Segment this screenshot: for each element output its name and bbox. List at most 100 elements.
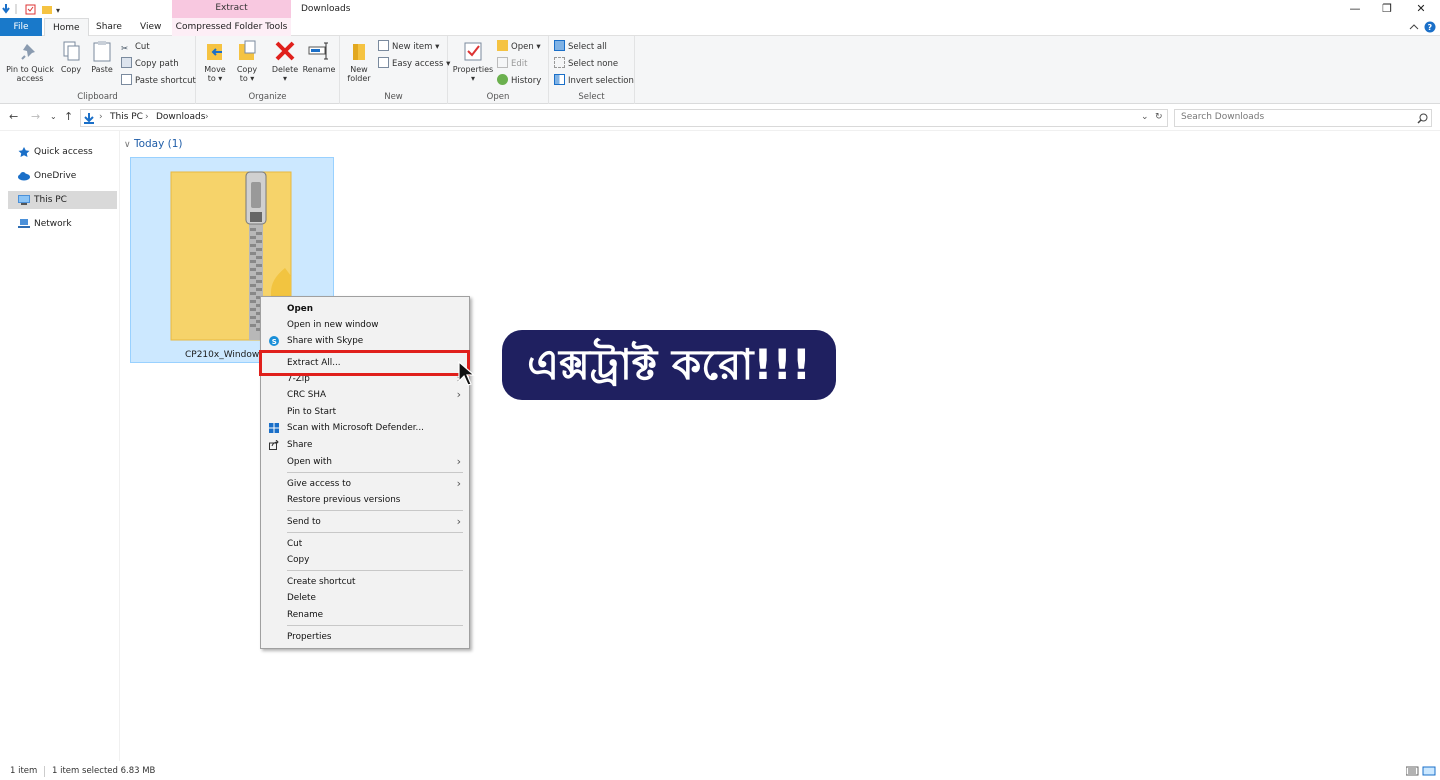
menu-item-open[interactable]: Open <box>263 301 467 317</box>
new-group-label: New <box>384 92 403 102</box>
menu-item-restore-previous[interactable]: Restore previous versions <box>263 492 467 508</box>
search-placeholder: Search Downloads <box>1181 112 1265 122</box>
breadcrumb-downloads[interactable]: Downloads <box>156 112 205 122</box>
tab-compressed-folder-tools[interactable]: Compressed Folder Tools <box>172 18 291 36</box>
menu-item-crc-sha[interactable]: CRC SHA › <box>263 387 467 403</box>
rename-label: Rename <box>302 65 336 74</box>
nav-quick-access-label: Quick access <box>34 147 93 157</box>
easy-access-label: Easy access ▾ <box>392 59 451 69</box>
open-icon <box>497 40 508 51</box>
ribbon-tab-row: File Home Share View Compressed Folder T… <box>0 18 1440 37</box>
copy-path-button[interactable]: Copy path <box>121 57 179 71</box>
delete-button[interactable]: Delete ▾ <box>270 40 300 83</box>
move-to-icon <box>207 44 222 60</box>
svg-text:S: S <box>272 338 277 346</box>
open-group-label: Open <box>486 92 510 102</box>
select-all-label: Select all <box>568 42 607 52</box>
svg-text:▾: ▾ <box>56 6 60 15</box>
address-box[interactable]: › This PC › Downloads › ⌄ ↻ <box>80 109 1168 127</box>
menu-separator <box>287 625 463 626</box>
invert-selection-button[interactable]: Invert selection <box>554 74 634 88</box>
address-dropdown-icon[interactable]: ⌄ <box>1141 112 1149 122</box>
new-group: New folder New item ▾ Easy access ▾ New <box>340 36 450 104</box>
menu-item-open-with[interactable]: Open with › <box>263 454 467 470</box>
menu-item-create-shortcut[interactable]: Create shortcut <box>263 574 467 590</box>
pin-quick-access-button[interactable]: Pin to Quick access <box>4 40 56 83</box>
clipboard-group: Pin to Quick access Copy Paste ✂ Cut Copy… <box>0 36 196 104</box>
history-button[interactable]: History <box>497 74 541 88</box>
select-all-button[interactable]: Select all <box>554 40 607 54</box>
properties-label: Properties ▾ <box>452 65 494 83</box>
view-toggle[interactable] <box>1406 766 1436 776</box>
minimize-button[interactable]: — <box>1338 0 1372 18</box>
paste-button[interactable]: Paste <box>88 40 116 74</box>
nav-this-pc[interactable]: This PC <box>8 191 117 209</box>
up-arrow-icon[interactable]: ↑ <box>64 110 73 123</box>
copy-to-button[interactable]: Copy to ▾ <box>234 40 260 83</box>
menu-item-scan-defender-label: Scan with Microsoft Defender... <box>287 423 424 433</box>
select-none-button[interactable]: Select none <box>554 57 618 71</box>
menu-item-delete[interactable]: Delete <box>263 590 467 606</box>
navigation-pane: Quick access OneDrive This PC Network <box>0 131 120 761</box>
new-item-button[interactable]: New item ▾ <box>378 40 439 54</box>
rename-button[interactable]: Rename <box>302 40 336 74</box>
nav-this-pc-label: This PC <box>34 195 67 205</box>
tab-view[interactable]: View <box>132 18 169 36</box>
menu-item-give-access[interactable]: Give access to › <box>263 476 467 492</box>
ribbon-toggle[interactable]: ? <box>1408 21 1438 33</box>
nav-onedrive-label: OneDrive <box>34 171 77 181</box>
copy-button[interactable]: Copy <box>58 40 84 74</box>
history-label: History <box>511 76 542 86</box>
breadcrumb-separator-icon: › <box>99 112 103 122</box>
easy-access-button[interactable]: Easy access ▾ <box>378 57 450 71</box>
nav-network-label: Network <box>34 219 72 229</box>
menu-item-share[interactable]: Share <box>263 437 467 453</box>
menu-item-pin-start[interactable]: Pin to Start <box>263 404 467 420</box>
nav-quick-access[interactable]: Quick access <box>8 143 117 161</box>
paste-shortcut-button[interactable]: Paste shortcut <box>121 74 196 88</box>
forward-arrow-icon[interactable]: → <box>31 110 40 123</box>
paste-shortcut-label: Paste shortcut <box>135 76 196 86</box>
open-button[interactable]: Open ▾ <box>497 40 541 54</box>
menu-item-share-skype[interactable]: S Share with Skype <box>263 333 467 349</box>
menu-item-cut[interactable]: Cut <box>263 536 467 552</box>
submenu-arrow-icon: › <box>456 515 461 528</box>
menu-item-rename[interactable]: Rename <box>263 607 467 623</box>
menu-item-open-new-window[interactable]: Open in new window <box>263 317 467 333</box>
extract-highlight-box <box>259 350 470 376</box>
back-arrow-icon[interactable]: ← <box>9 110 18 123</box>
menu-item-send-to[interactable]: Send to › <box>263 514 467 530</box>
defender-shield-icon <box>269 423 279 433</box>
cut-button[interactable]: ✂ Cut <box>121 40 150 54</box>
menu-item-scan-defender[interactable]: Scan with Microsoft Defender... <box>263 420 467 436</box>
group-header[interactable]: ∨ Today (1) <box>124 138 183 150</box>
breadcrumb-this-pc[interactable]: This PC <box>110 112 143 122</box>
rename-icon <box>308 42 328 60</box>
delete-label: Delete ▾ <box>271 65 299 83</box>
status-bar: 1 item 1 item selected 6.83 MB <box>0 762 1440 780</box>
new-item-icon <box>378 40 389 51</box>
new-folder-button[interactable]: New folder <box>344 40 374 83</box>
properties-button[interactable]: Properties ▾ <box>452 40 494 83</box>
edit-button[interactable]: Edit <box>497 57 527 71</box>
menu-item-copy[interactable]: Copy <box>263 552 467 568</box>
nav-network[interactable]: Network <box>8 215 117 233</box>
restore-button[interactable]: ❐ <box>1370 0 1404 18</box>
tab-share[interactable]: Share <box>88 18 130 36</box>
recent-locations-chevron-icon[interactable]: ⌄ <box>50 112 57 121</box>
nav-onedrive[interactable]: OneDrive <box>8 167 117 185</box>
move-to-button[interactable]: Move to ▾ <box>202 40 228 83</box>
menu-separator <box>287 472 463 473</box>
share-icon <box>269 440 279 450</box>
refresh-icon[interactable]: ↻ <box>1155 112 1163 122</box>
paste-label: Paste <box>91 65 113 74</box>
close-button[interactable]: ✕ <box>1404 0 1438 18</box>
menu-item-properties[interactable]: Properties <box>263 629 467 645</box>
tab-home[interactable]: Home <box>44 18 89 37</box>
copy-path-label: Copy path <box>135 59 179 69</box>
copy-path-icon <box>121 57 132 68</box>
tab-file[interactable]: File <box>0 18 42 36</box>
quick-access-toolbar[interactable]: ▾ <box>2 3 62 15</box>
search-input[interactable]: Search Downloads <box>1174 109 1432 127</box>
history-icon <box>497 74 508 85</box>
